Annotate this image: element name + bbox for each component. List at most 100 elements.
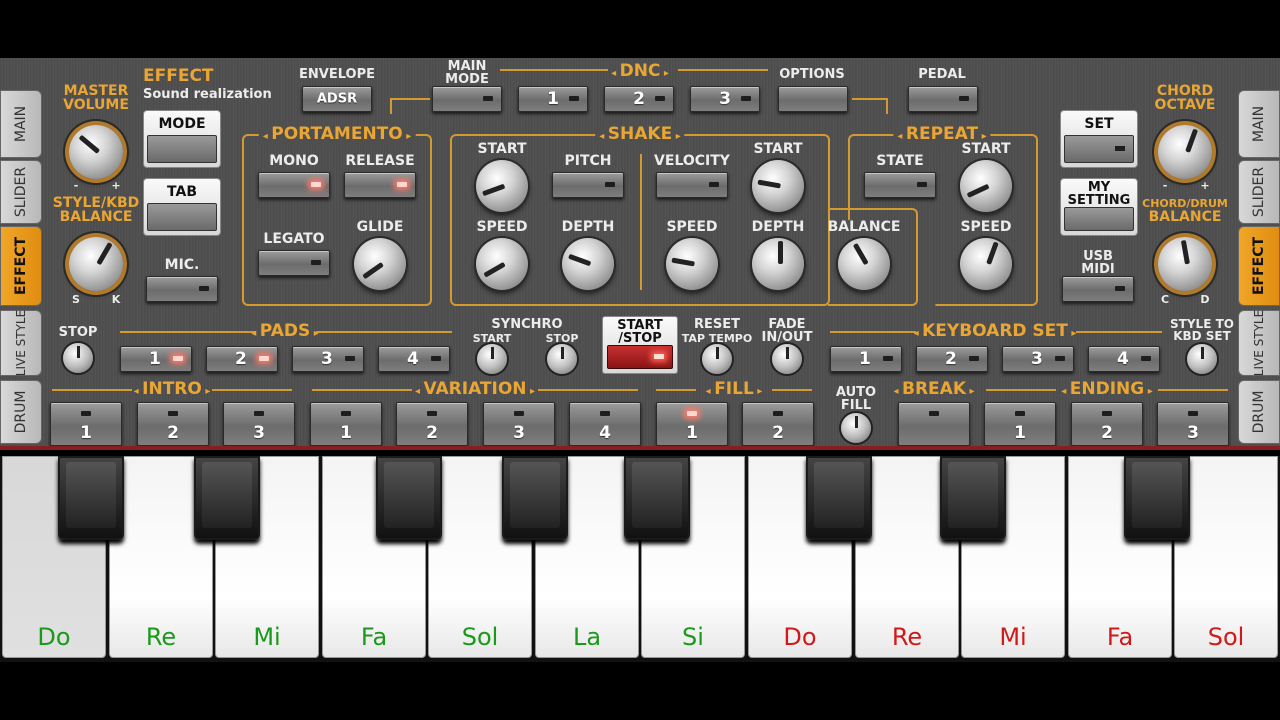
black-key-3[interactable]	[376, 456, 442, 540]
shake-speed-knob[interactable]	[476, 238, 528, 290]
fade-knob[interactable]	[772, 344, 802, 374]
ending-button-3[interactable]: 3	[1157, 402, 1229, 446]
shake-start-knob[interactable]	[476, 160, 528, 212]
black-key-8[interactable]	[1124, 456, 1190, 540]
balance-knob[interactable]	[838, 238, 890, 290]
black-key-7[interactable]	[940, 456, 1006, 540]
velocity-speed-knob[interactable]	[666, 238, 718, 290]
ending-button-2[interactable]: 2	[1071, 402, 1143, 446]
variation-button-2[interactable]: 2	[396, 402, 468, 446]
velocity-start-knob[interactable]	[752, 160, 804, 212]
reset-knob[interactable]	[702, 344, 732, 374]
black-key-2[interactable]	[194, 456, 260, 540]
tab-slider-right[interactable]: SLIDER	[1238, 160, 1280, 224]
mic-button[interactable]	[146, 276, 218, 302]
key-label: Fa	[1106, 623, 1134, 651]
piano-keyboard: Do Re Mi Fa Sol La Si Do Re Mi Fa Sol	[0, 456, 1280, 662]
pedal-button[interactable]	[908, 86, 978, 112]
kbd-set-button-4[interactable]: 4	[1088, 346, 1160, 372]
shake-depth-knob[interactable]	[562, 238, 614, 290]
tab-main-right[interactable]: MAIN	[1238, 90, 1280, 158]
release-button[interactable]	[344, 172, 416, 198]
repeat-start-knob[interactable]	[960, 160, 1012, 212]
tab-button[interactable]: TAB	[143, 178, 221, 236]
chord-drum-balance-knob[interactable]	[1158, 237, 1212, 291]
tab-drum-left[interactable]: DRUM	[0, 380, 42, 444]
master-volume-knob[interactable]	[69, 125, 123, 179]
pitch-button[interactable]	[552, 172, 624, 198]
kbd-set-button-3[interactable]: 3	[1002, 346, 1074, 372]
intro-button-3[interactable]: 3	[223, 402, 295, 446]
break-button[interactable]	[898, 402, 970, 446]
legato-button[interactable]	[258, 250, 330, 276]
tab-slider-left[interactable]: SLIDER	[0, 160, 42, 224]
keyboard-app: MAIN SLIDER EFFECT LIVE STYLE DRUM MAIN …	[0, 58, 1280, 662]
velocity-button[interactable]	[656, 172, 728, 198]
fill-button-2[interactable]: 2	[742, 402, 814, 446]
my-setting-button[interactable]: MY SETTING	[1060, 178, 1138, 236]
key-label: Re	[145, 623, 177, 651]
portamento-title: PORTAMENTO	[258, 126, 416, 145]
auto-fill-knob[interactable]	[841, 413, 871, 443]
intro-button-1[interactable]: 1	[50, 402, 122, 446]
tab-main-left[interactable]: MAIN	[0, 90, 42, 158]
velocity-depth-label: DEPTH	[751, 219, 805, 235]
reset-label: RESET	[693, 317, 741, 332]
repeat-speed-knob[interactable]	[960, 238, 1012, 290]
variation-button-1[interactable]: 1	[310, 402, 382, 446]
mode-button[interactable]: MODE	[143, 110, 221, 168]
tab-effect-left[interactable]: EFFECT	[0, 226, 42, 306]
dnc-button-2[interactable]: 2	[604, 86, 674, 112]
repeat-state-button[interactable]	[864, 172, 936, 198]
style-to-kbd-knob[interactable]	[1187, 344, 1217, 374]
dnc-button-1[interactable]: 1	[518, 86, 588, 112]
dnc-button-3[interactable]: 3	[690, 86, 760, 112]
synchro-start-knob[interactable]	[477, 344, 507, 374]
shake-depth-label: DEPTH	[561, 219, 615, 235]
tab-live-style-right[interactable]: LIVE STYLE	[1238, 310, 1280, 376]
usb-midi-button[interactable]	[1062, 276, 1134, 302]
pad-button-3[interactable]: 3	[292, 346, 364, 372]
chord-drum-label: CHORD/DRUM	[1142, 197, 1228, 210]
set-button[interactable]: SET	[1060, 110, 1138, 168]
mono-button[interactable]	[258, 172, 330, 198]
variation-button-3[interactable]: 3	[483, 402, 555, 446]
tap-tempo-label: TAP TEMPO	[681, 332, 753, 345]
chord-octave-min: -	[1162, 179, 1168, 192]
tab-live-style-left[interactable]: LIVE STYLE	[0, 310, 42, 376]
style-kbd-balance-knob[interactable]	[69, 237, 123, 291]
kbd-set-button-1[interactable]: 1	[830, 346, 902, 372]
variation-button-4[interactable]: 4	[569, 402, 641, 446]
pad-button-1[interactable]: 1	[120, 346, 192, 372]
black-key-6[interactable]	[806, 456, 872, 540]
ending-button-1[interactable]: 1	[984, 402, 1056, 446]
start-stop-button[interactable]: START /STOP	[602, 316, 678, 374]
fill-title: FILL	[706, 381, 763, 400]
tab-drum-right[interactable]: DRUM	[1238, 380, 1280, 444]
glide-knob[interactable]	[354, 238, 406, 290]
stop-knob[interactable]	[63, 343, 93, 373]
key-label: Si	[682, 623, 704, 651]
tab-effect-right[interactable]: EFFECT	[1238, 226, 1280, 306]
fade-label: FADE IN/OUT	[761, 317, 813, 345]
options-button[interactable]	[778, 86, 848, 112]
kbd-set-button-2[interactable]: 2	[916, 346, 988, 372]
black-key-4[interactable]	[502, 456, 568, 540]
pedal-label: PEDAL	[918, 67, 966, 82]
main-mode-button[interactable]	[432, 86, 502, 112]
shake-title: SHAKE	[595, 126, 685, 145]
black-key-5[interactable]	[624, 456, 690, 540]
envelope-label: ENVELOPE	[299, 67, 375, 82]
balance-k-label: K	[111, 293, 121, 306]
adsr-button[interactable]: ADSR	[302, 86, 372, 112]
intro-title: INTRO	[134, 381, 211, 400]
intro-button-2[interactable]: 2	[137, 402, 209, 446]
black-key-1[interactable]	[58, 456, 124, 540]
fill-button-1[interactable]: 1	[656, 402, 728, 446]
key-label: Mi	[999, 623, 1027, 651]
chord-octave-knob[interactable]	[1158, 125, 1212, 179]
synchro-stop-knob[interactable]	[547, 344, 577, 374]
pad-button-4[interactable]: 4	[378, 346, 450, 372]
pad-button-2[interactable]: 2	[206, 346, 278, 372]
velocity-depth-knob[interactable]	[752, 238, 804, 290]
